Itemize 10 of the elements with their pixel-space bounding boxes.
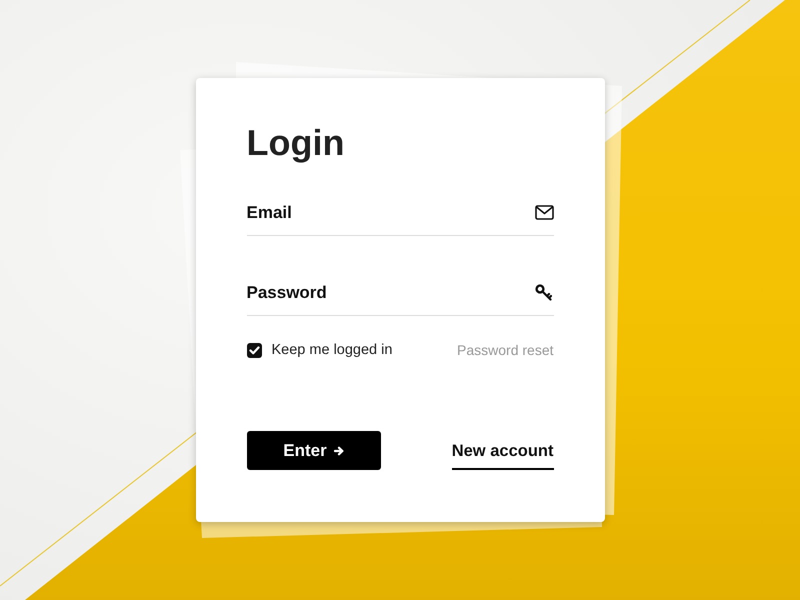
envelope-icon (534, 205, 554, 220)
new-account-link[interactable]: New account (452, 441, 554, 470)
keep-logged-in-label: Keep me logged in (272, 341, 392, 360)
password-field[interactable]: Password (246, 281, 554, 316)
checkbox[interactable] (246, 342, 262, 358)
key-icon (534, 284, 552, 301)
arrow-right-icon (334, 446, 344, 456)
email-field[interactable]: Email (246, 201, 554, 236)
enter-button[interactable]: Enter (246, 431, 380, 470)
login-title: Login (246, 123, 344, 163)
